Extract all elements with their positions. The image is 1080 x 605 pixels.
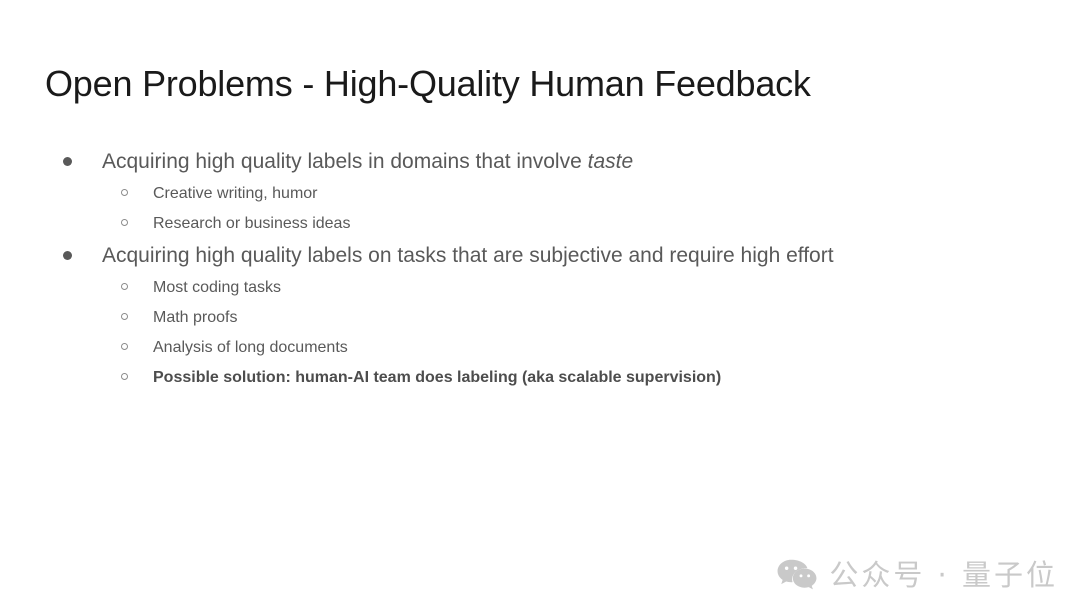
list-item-emphasis: taste [587, 150, 634, 173]
list-item-label: Acquiring high quality labels on tasks t… [102, 244, 834, 267]
bullet-marker-hollow-icon [121, 219, 128, 226]
list-item-label: Creative writing, humor [153, 185, 318, 202]
list-item: Research or business ideas [45, 210, 1035, 237]
bullet-marker-hollow-icon [121, 343, 128, 350]
bullet-marker-hollow-icon [121, 313, 128, 320]
list-item: Acquiring high quality labels in domains… [45, 146, 1035, 177]
bullet-marker-hollow-icon [121, 373, 128, 380]
list-item: Analysis of long documents [45, 334, 1035, 361]
watermark: 公众号 · 量子位 [777, 557, 1058, 593]
slide-body: Acquiring high quality labels in domains… [45, 146, 1035, 394]
bullet-marker-hollow-icon [121, 283, 128, 290]
list-item-label: Most coding tasks [153, 279, 282, 296]
slide: Open Problems - High-Quality Human Feedb… [0, 0, 1080, 605]
bullet-list-level-2: Most coding tasks Math proofs Analysis o… [45, 274, 1035, 391]
list-item-label: Possible solution: human-AI team does la… [153, 369, 722, 386]
bullet-marker-hollow-icon [121, 189, 128, 196]
list-item: Creative writing, humor [45, 180, 1035, 207]
bullet-marker-filled-icon [63, 157, 72, 166]
list-item-text: Acquiring high quality labels on tasks t… [102, 244, 834, 267]
list-item-text: Acquiring high quality labels in domains… [102, 150, 588, 173]
list-item-label: Analysis of long documents [153, 339, 348, 356]
bullet-marker-filled-icon [63, 251, 72, 260]
list-item-highlight: Possible solution: human-AI team does la… [45, 364, 1035, 391]
bullet-list-level-2: Creative writing, humor Research or busi… [45, 180, 1035, 237]
list-item-label: Math proofs [153, 309, 238, 326]
wechat-icon [777, 559, 817, 590]
list-item-label: Research or business ideas [153, 215, 351, 232]
list-item: Math proofs [45, 304, 1035, 331]
page-title: Open Problems - High-Quality Human Feedb… [45, 63, 811, 104]
bullet-list-level-1: Acquiring high quality labels in domains… [45, 146, 1035, 391]
list-item-label: Acquiring high quality labels in domains… [102, 150, 633, 173]
watermark-label: 公众号 · 量子位 [829, 558, 1058, 592]
list-item: Acquiring high quality labels on tasks t… [45, 240, 1035, 271]
list-item: Most coding tasks [45, 274, 1035, 301]
